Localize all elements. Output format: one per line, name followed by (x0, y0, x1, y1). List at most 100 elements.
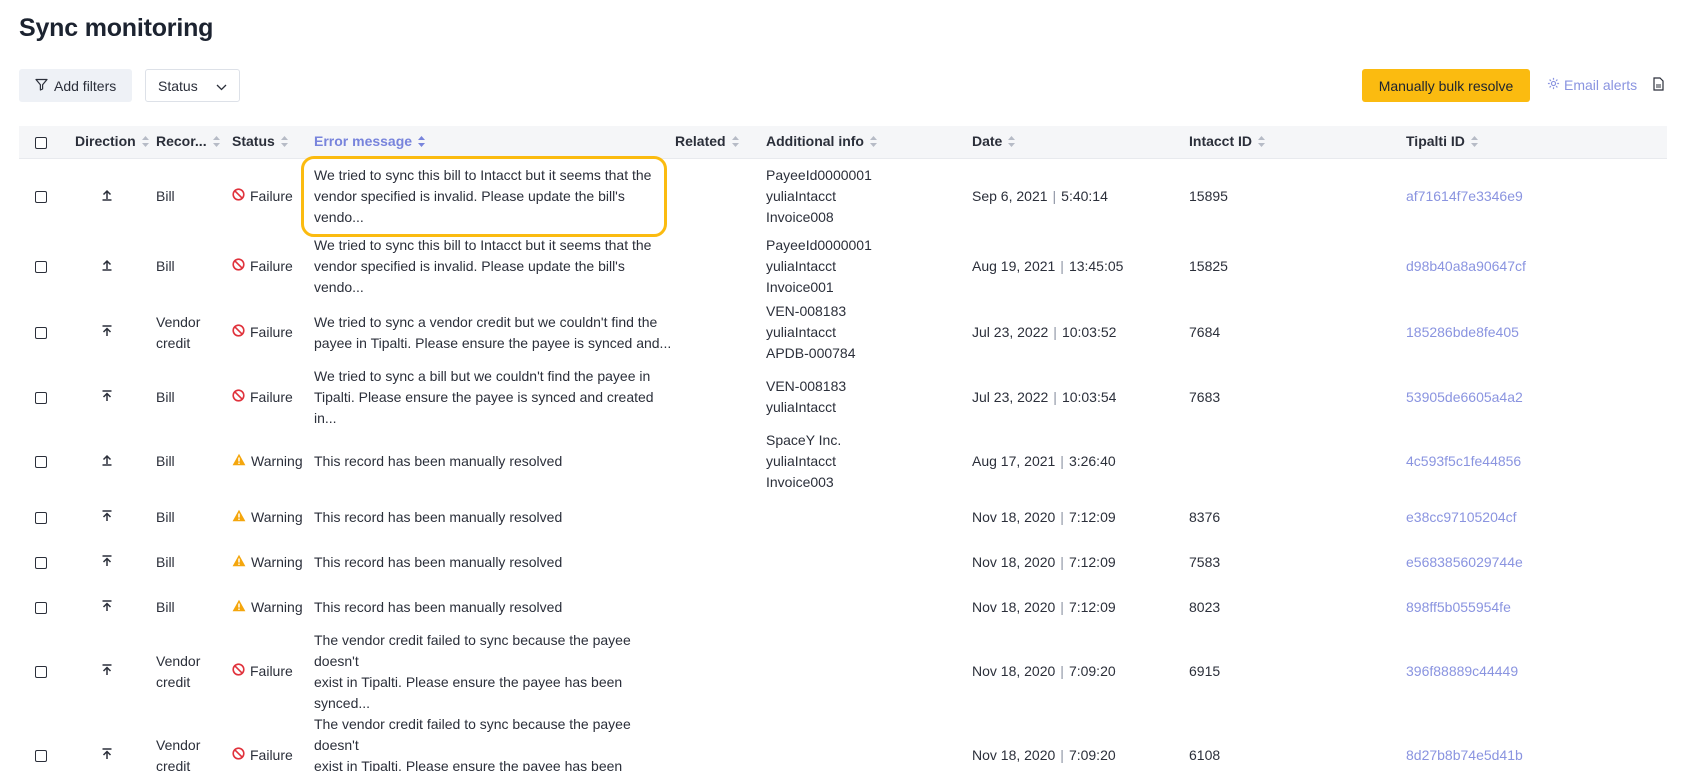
error-message[interactable]: The vendor credit failed to sync because… (314, 630, 675, 714)
tipalti-id-link[interactable]: 53905de6605a4a2 (1406, 366, 1667, 429)
error-message[interactable]: This record has been manually resolved (314, 597, 675, 618)
col-status[interactable]: Status (232, 126, 314, 159)
intacct-id-cell: 6108 (1189, 747, 1221, 763)
col-intacct-id[interactable]: Intacct ID (1189, 126, 1406, 159)
status-cell: Failure (232, 234, 314, 300)
error-line: This record has been manually resolved (314, 453, 563, 469)
intacct-id-cell: 15895 (1189, 187, 1228, 204)
upload-icon (101, 188, 113, 204)
error-message-cell[interactable]: This record has been manually resolved (314, 495, 675, 540)
table-header: Direction Recor... Status Error message … (19, 126, 1667, 159)
error-message[interactable]: We tried to sync a bill but we couldn't … (314, 366, 675, 429)
date-separator: | (1060, 453, 1064, 469)
error-message-cell[interactable]: This record has been manually resolved (314, 429, 675, 495)
additional-info-cell: VEN-008183 yuliaIntacct (751, 366, 972, 429)
row-checkbox[interactable] (35, 750, 47, 763)
col-error-message[interactable]: Error message (314, 126, 675, 159)
error-message-cell[interactable]: We tried to sync this bill to Intacct bu… (301, 155, 675, 237)
error-message[interactable]: We tried to sync this bill to Intacct bu… (314, 235, 675, 298)
status-text: Failure (250, 187, 293, 204)
table-row[interactable]: Bill Warning This record has been manually… (19, 495, 1667, 540)
tipalti-id-link[interactable]: d98b40a8a90647cf (1406, 234, 1667, 300)
table-row[interactable]: Bill Failure We tried to sync a bill but w… (19, 366, 1667, 429)
row-checkbox[interactable] (35, 261, 47, 274)
tipalti-id-link[interactable]: 185286bde8fe405 (1406, 300, 1667, 366)
warning-icon (232, 597, 246, 618)
date-cell: Nov 18, 2020 | 7:12:09 (972, 495, 1189, 540)
record-type: Bill (156, 187, 175, 204)
email-alerts-link[interactable]: Email alerts (1547, 77, 1637, 93)
col-tipalti-id[interactable]: Tipalti ID (1406, 126, 1667, 159)
status-cell: Failure (232, 366, 314, 429)
error-message[interactable]: We tried to sync a vendor credit but we … (314, 312, 675, 354)
export-document-icon[interactable] (1653, 77, 1664, 94)
row-checkbox[interactable] (35, 556, 47, 569)
col-record[interactable]: Recor... (156, 126, 232, 159)
table-row[interactable]: Bill Failure We tried to sync this bill to… (19, 155, 1667, 237)
related-cell (675, 429, 751, 495)
record-cell: Vendor credit (156, 300, 232, 366)
warning-icon (232, 451, 246, 472)
col-additional-info[interactable]: Additional info (751, 126, 972, 159)
status-badge: Failure (232, 745, 314, 766)
error-message-cell[interactable]: We tried to sync a vendor credit but we … (314, 300, 675, 366)
tipalti-id-link[interactable]: 396f88889c44449 (1406, 630, 1667, 714)
row-checkbox[interactable] (35, 190, 47, 203)
table-row[interactable]: Vendor credit Failure The vendor credit fai… (19, 630, 1667, 714)
error-message[interactable]: This record has been manually resolved (314, 552, 675, 573)
col-direction[interactable]: Direction (75, 126, 156, 159)
record-type: Bill (156, 553, 175, 570)
record-cell: Vendor credit (156, 714, 232, 771)
error-message[interactable]: The vendor credit failed to sync because… (314, 714, 675, 771)
tipalti-id-link[interactable]: 8d27b8b74e5d41b (1406, 714, 1667, 771)
table-row[interactable]: Bill Warning This record has been manually… (19, 540, 1667, 585)
error-line: exist in Tipalti. Please ensure the paye… (314, 673, 623, 711)
row-checkbox[interactable] (35, 601, 47, 614)
status-filter-dropdown[interactable]: Status (145, 69, 240, 102)
table-row[interactable]: Bill Warning This record has been manually… (19, 585, 1667, 630)
error-message-cell[interactable]: This record has been manually resolved (314, 540, 675, 585)
table-row[interactable]: Bill Warning This record has been manually… (19, 429, 1667, 495)
status-text: Failure (250, 747, 293, 763)
direction-cell (75, 714, 156, 771)
row-checkbox[interactable] (35, 666, 47, 679)
tipalti-id-link[interactable]: e5683856029744e (1406, 540, 1667, 585)
table-row[interactable]: Vendor credit Failure We tried to sync a ve… (19, 300, 1667, 366)
status-text: Failure (250, 388, 293, 405)
sort-icon (1258, 134, 1266, 150)
col-date[interactable]: Date (972, 126, 1189, 159)
add-filters-button[interactable]: Add filters (19, 69, 133, 102)
error-message-cell[interactable]: We tried to sync a bill but we couldn't … (314, 366, 675, 429)
additional-info-line: Invoice003 (766, 474, 834, 490)
additional-info-line: SpaceY Inc. (766, 432, 842, 448)
row-checkbox[interactable] (35, 511, 47, 524)
error-message-cell[interactable]: The vendor credit failed to sync because… (314, 714, 675, 771)
row-checkbox[interactable] (35, 456, 47, 469)
col-related[interactable]: Related (675, 126, 751, 159)
add-filters-label: Add filters (54, 77, 117, 94)
row-select-cell (19, 714, 75, 771)
row-checkbox[interactable] (35, 391, 47, 404)
related-cell (675, 366, 751, 429)
manually-bulk-resolve-button[interactable]: Manually bulk resolve (1362, 69, 1530, 102)
table-row[interactable]: Bill Failure We tried to sync this bill to… (19, 234, 1667, 300)
row-select-cell (19, 234, 75, 300)
tipalti-id-link[interactable]: e38cc97105204cf (1406, 495, 1667, 540)
status-badge: Failure (232, 661, 314, 682)
row-checkbox[interactable] (35, 327, 47, 340)
additional-info-line: Invoice008 (766, 208, 834, 225)
tipalti-id-link[interactable]: 898ff5b055954fe (1406, 585, 1667, 630)
tipalti-id-link[interactable]: 4c593f5c1fe44856 (1406, 429, 1667, 495)
error-message-highlighted[interactable]: We tried to sync this bill to Intacct bu… (301, 155, 667, 237)
select-all-checkbox[interactable] (35, 137, 47, 150)
error-message-cell[interactable]: We tried to sync this bill to Intacct bu… (314, 234, 675, 300)
error-message[interactable]: This record has been manually resolved (314, 507, 675, 528)
error-message-cell[interactable]: The vendor credit failed to sync because… (314, 630, 675, 714)
error-message-cell[interactable]: This record has been manually resolved (314, 585, 675, 630)
page-title: Sync monitoring (19, 14, 214, 42)
tipalti-id-link[interactable]: af71614f7e3346e9 (1406, 158, 1667, 234)
additional-info-cell (751, 585, 972, 630)
error-message[interactable]: This record has been manually resolved (314, 451, 675, 472)
filter-icon (35, 78, 48, 94)
table-row[interactable]: Vendor credit Failure The vendor credit fai… (19, 714, 1667, 771)
